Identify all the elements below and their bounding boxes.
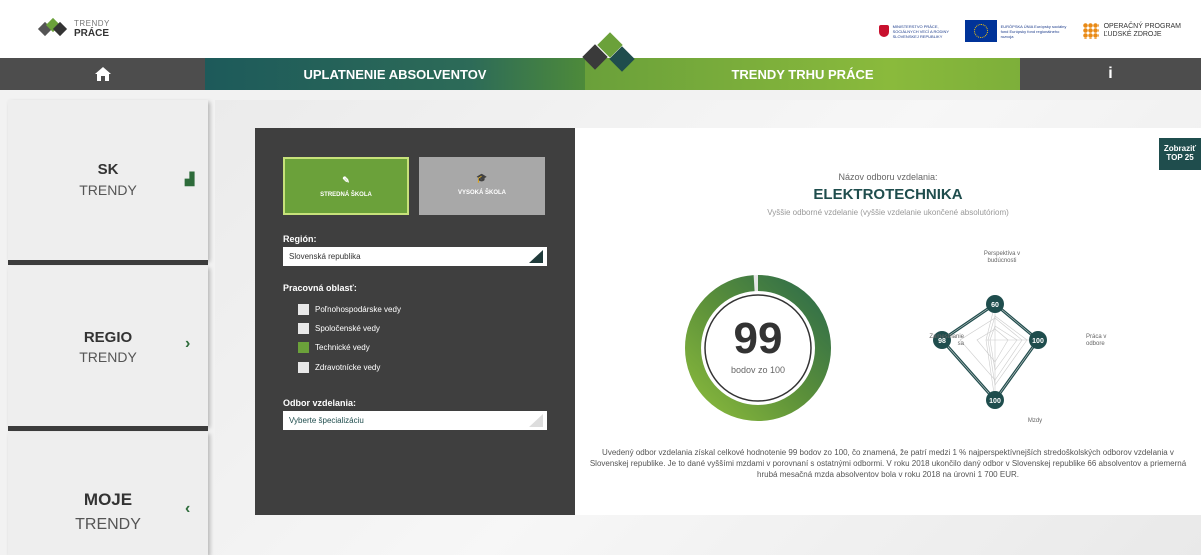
sk-shield-icon (878, 25, 889, 37)
detail-panel: Zobraziť TOP 25 Názov odboru vzdelania: … (575, 128, 1201, 515)
area-checkbox-zdravotnicke[interactable]: Zdravotnícke vedy (298, 362, 380, 373)
field-name-value: ELEKTROTECHNIKA (813, 186, 963, 203)
checkbox-icon (298, 323, 309, 334)
eu-logo: EURÓPSKA ÚNIA Európsky sociálny fond Eur… (964, 20, 1071, 42)
radar-value-right: 100 (1032, 338, 1044, 345)
area-checkbox-technicke[interactable]: Technické vedy (298, 342, 370, 353)
graduate-icon: ✎ (342, 175, 350, 185)
area-checkbox-spolocenske[interactable]: Spoločenské vedy (298, 323, 380, 334)
ministry-logo: MINISTERSTVO PRÁCE, SOCIÁLNYCH VECÍ A RO… (878, 24, 953, 39)
region-select[interactable]: Slovenská republika (283, 247, 547, 266)
mortarboard-icon: 🎓 (476, 173, 488, 183)
nav-trendy-trhu-prace[interactable]: TRENDY TRHU PRÁCE (585, 58, 1020, 90)
chevron-right-icon: › (185, 335, 191, 352)
logo-line2: PRÁCE (74, 28, 110, 39)
partner-logos: MINISTERSTVO PRÁCE, SOCIÁLNYCH VECÍ A RO… (878, 20, 1181, 42)
sidebar-item-subtitle: TRENDY (79, 349, 137, 365)
filter-panel: ✎ STREDNÁ ŠKOLA 🎓 VYSOKÁ ŠKOLA Región: S… (255, 128, 575, 515)
trendy-prace-logo[interactable]: TRENDY PRÁCE (37, 17, 110, 40)
nav-uplatnenie-absolventov[interactable]: UPLATNENIE ABSOLVENTOV (205, 58, 585, 90)
radar-value-bottom: 100 (989, 398, 1001, 405)
sidebar-item-sk-trendy[interactable]: SK TRENDY ▟ (8, 100, 208, 260)
area-label: Pracovná oblasť: (283, 283, 357, 293)
sidebar-item-subtitle: TRENDY (79, 182, 137, 198)
field-label: Odbor vzdelania: (283, 398, 357, 408)
radar-chart: 60 100 100 98 (933, 295, 1047, 409)
dropdown-arrow-icon (529, 250, 543, 263)
stredna-skola-button[interactable]: ✎ STREDNÁ ŠKOLA (283, 157, 409, 215)
chevron-left-icon: ‹ (185, 500, 191, 517)
region-label: Región: (283, 234, 317, 244)
op-logo: OPERAČNÝ PROGRAM ĽUDSKÉ ZDROJE (1082, 23, 1181, 39)
sidebar-item-title: REGIO (83, 329, 133, 346)
area-checkbox-polnohospodarske[interactable]: Poľnohospodárske vedy (298, 304, 401, 315)
sidebar-divider (8, 260, 208, 265)
checkbox-checked-icon (298, 342, 309, 353)
score-subtitle: bodov zo 100 (730, 365, 786, 375)
radar-label-bottom: Mzdy (1027, 418, 1043, 424)
field-description: Uvedený odbor vzdelania získal celkové h… (589, 448, 1187, 479)
home-icon (94, 67, 111, 81)
radar-label-top: Perspektíva v budúcnosti (983, 251, 1021, 264)
radar-label-right: Práca v odbore (1086, 334, 1107, 347)
sidebar-item-moje-trendy[interactable]: MOJE TRENDY ‹ (8, 432, 208, 555)
zobrazit-top25-button[interactable]: Zobraziť TOP 25 (1159, 138, 1201, 170)
field-name-label: Názov odboru vzdelania: (838, 172, 938, 182)
vysoka-skola-button[interactable]: 🎓 VYSOKÁ ŠKOLA (419, 157, 545, 215)
nav-home[interactable] (0, 58, 205, 90)
sidebar-item-title: MOJE (83, 490, 133, 509)
nav-info[interactable]: i (1020, 58, 1201, 90)
field-name-subtitle: Vyššie odborné vzdelanie (vyššie vzdelan… (767, 208, 1009, 217)
sidebar-item-regio-trendy[interactable]: REGIO TRENDY › (8, 266, 208, 426)
radar-value-top: 60 (991, 302, 999, 309)
radar-label-left: Zamestnanie sa (929, 334, 964, 347)
eu-flag-icon (964, 20, 997, 42)
checkbox-icon (298, 304, 309, 315)
corner-arrow-icon: ▟ (185, 172, 195, 186)
center-logo-icon (582, 30, 636, 82)
sidebar-item-subtitle: TRENDY (75, 516, 141, 533)
op-dots-icon (1082, 23, 1099, 39)
checkbox-icon (298, 362, 309, 373)
dropdown-arrow-icon (529, 414, 543, 427)
sidebar-item-title: SK (97, 161, 119, 178)
field-select[interactable]: Vyberte špecializáciu (283, 411, 547, 430)
logo-diamond-icon (37, 17, 68, 40)
score-value: 99 (733, 314, 783, 363)
sidebar-divider (8, 426, 208, 431)
